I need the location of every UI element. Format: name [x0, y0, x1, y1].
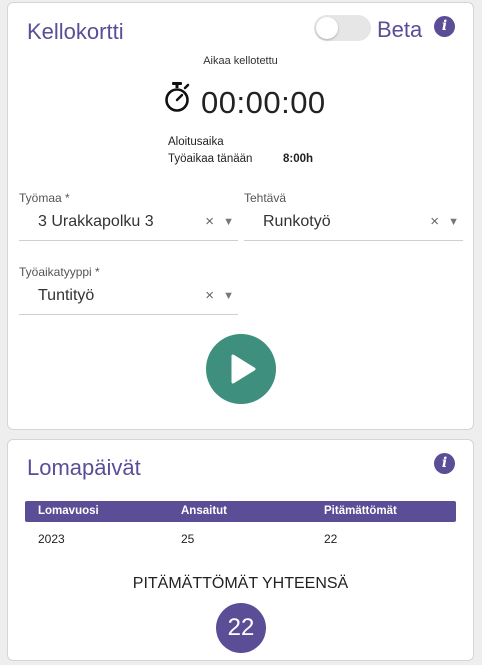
clock-card: Kellokortti Beta i Aikaa kellotettu 00:0… — [7, 2, 474, 430]
vacation-card-title: Lomapäivät — [27, 455, 141, 480]
worktype-label: Työaikatyyppi * — [19, 265, 100, 279]
site-select[interactable]: Työmaa * 3 Urakkapolku 3 × ▼ — [19, 191, 238, 241]
stopwatch-icon — [165, 82, 190, 112]
worktype-select[interactable]: Työaikatyyppi * Tuntityö × ▼ — [19, 265, 238, 315]
task-chevron-down-icon[interactable]: ▼ — [448, 216, 459, 228]
site-value: 3 Urakkapolku 3 — [38, 213, 154, 230]
vacation-card: Lomapäivät i Lomavuosi Ansaitut Pitämätt… — [7, 439, 474, 661]
worktype-chevron-down-icon[interactable]: ▼ — [223, 290, 234, 302]
work-time-today-row: Työaikaa tänään 8:00h — [168, 153, 313, 165]
worktype-clear-icon[interactable]: × — [205, 287, 214, 304]
start-time-row: Aloitusaika — [168, 136, 224, 148]
play-icon — [231, 354, 256, 384]
info-icon[interactable]: i — [434, 453, 455, 474]
clock-card-title: Kellokortti — [27, 19, 124, 44]
unused-total-label: PITÄMÄTTÖMÄT YHTEENSÄ — [132, 575, 349, 592]
work-time-today-value: 8:00h — [283, 153, 314, 165]
beta-label: Beta — [377, 17, 423, 42]
table-row: 2023 25 22 — [25, 532, 456, 550]
vacation-table-header: Lomavuosi Ansaitut Pitämättömät — [25, 501, 456, 522]
cell-earned: 25 — [181, 532, 195, 546]
site-label: Työmaa * — [19, 191, 70, 205]
site-clear-icon[interactable]: × — [205, 213, 214, 230]
column-header-earned: Ansaitut — [181, 505, 227, 517]
task-clear-icon[interactable]: × — [430, 213, 439, 230]
clocked-time-caption: Aikaa kellotettu — [203, 55, 278, 67]
work-time-today-label: Työaikaa tänään — [168, 153, 253, 165]
task-value: Runkotyö — [263, 213, 331, 230]
beta-toggle[interactable] — [314, 15, 371, 41]
cell-unused: 22 — [324, 532, 338, 546]
cell-vacation-year: 2023 — [38, 532, 65, 546]
column-header-vacation-year: Lomavuosi — [38, 505, 99, 517]
worktype-value: Tuntityö — [38, 287, 95, 304]
task-select[interactable]: Tehtävä Runkotyö × ▼ — [244, 191, 463, 241]
beta-toggle-knob — [316, 17, 338, 39]
site-chevron-down-icon[interactable]: ▼ — [223, 216, 234, 228]
start-time-label: Aloitusaika — [168, 136, 224, 148]
start-timer-button[interactable] — [206, 334, 276, 404]
unused-total-badge: 22 — [216, 603, 266, 653]
info-icon[interactable]: i — [434, 16, 455, 37]
column-header-unused: Pitämättömät — [324, 505, 397, 517]
task-label: Tehtävä — [244, 191, 287, 205]
elapsed-timer: 00:00:00 — [201, 85, 326, 120]
